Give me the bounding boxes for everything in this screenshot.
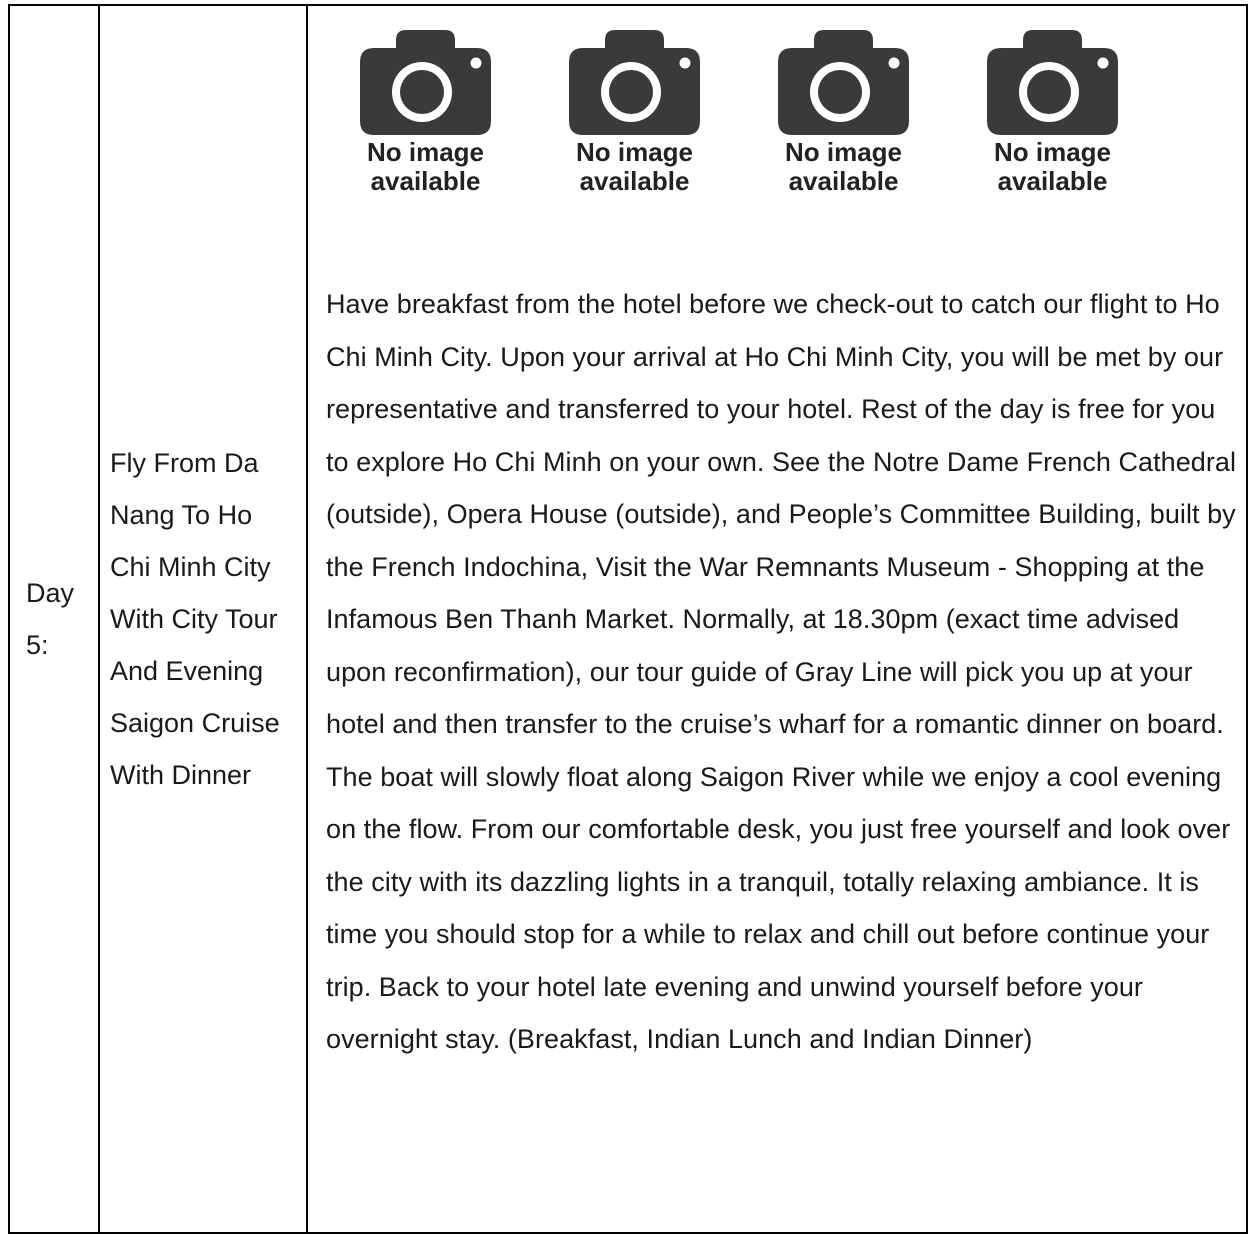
camera-icon [987, 30, 1118, 135]
no-image-line1: No image [366, 137, 485, 167]
no-image-label: No image available [576, 138, 693, 196]
no-image-line2: available [370, 166, 481, 196]
no-image-line2: available [579, 166, 690, 196]
no-image-label: No image available [994, 138, 1111, 196]
itinerary-row: Day 5: Fly From Da Nang To Ho Chi Minh C… [8, 4, 1248, 1234]
image-placeholder: No image available [778, 30, 909, 232]
day-cell: Day 5: [8, 4, 100, 1234]
no-image-line2: available [788, 166, 899, 196]
image-placeholder: No image available [987, 30, 1118, 232]
day-title: Fly From Da Nang To Ho Chi Minh City Wit… [110, 448, 280, 790]
description-cell: No image available No image available No… [306, 4, 1248, 1234]
no-image-line1: No image [993, 137, 1112, 167]
no-image-line1: No image [784, 137, 903, 167]
no-image-line2: available [997, 166, 1108, 196]
camera-icon [778, 30, 909, 135]
image-placeholder: No image available [569, 30, 700, 232]
camera-icon [569, 30, 700, 135]
day-label: Day 5: [26, 578, 75, 660]
day-description: Have breakfast from the hotel before we … [326, 289, 1237, 1054]
title-cell: Fly From Da Nang To Ho Chi Minh City Wit… [98, 4, 308, 1234]
image-placeholder: No image available [360, 30, 491, 232]
no-image-line1: No image [575, 137, 694, 167]
no-image-label: No image available [367, 138, 484, 196]
image-gallery: No image available No image available No… [326, 6, 1236, 232]
camera-icon [360, 30, 491, 135]
itinerary-table: Day 5: Fly From Da Nang To Ho Chi Minh C… [8, 4, 1248, 1234]
no-image-label: No image available [785, 138, 902, 196]
